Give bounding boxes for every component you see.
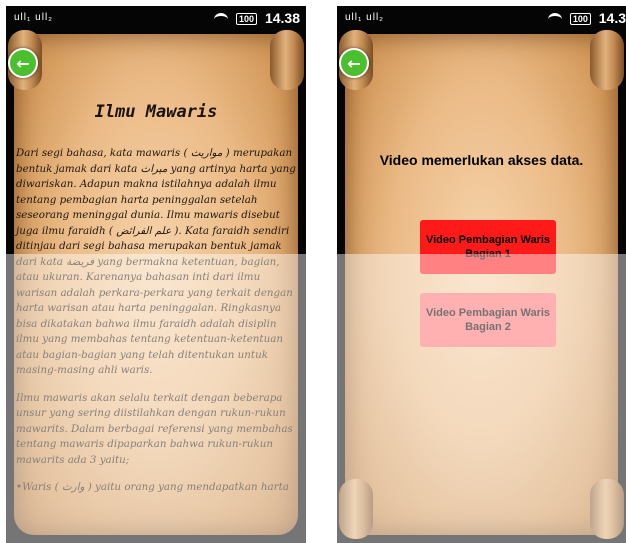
article-paragraph: •Waris ( وارث ) yaitu orang yang mendapa… (16, 481, 289, 493)
page-title: Ilmu Mawaris (94, 102, 218, 122)
battery-icon: 100 (236, 13, 258, 26)
scroll-roll-top-right (590, 30, 624, 90)
status-right: 100 14.38 (214, 10, 300, 26)
parchment-scroll-background (339, 30, 624, 539)
clock: 14.3 (598, 10, 626, 26)
signal-indicator: ull₁ ull₂ (345, 12, 385, 23)
video-part-2-button[interactable]: Video Pembagian Waris Bagian 2 (420, 293, 556, 347)
phone-screen-article: ull₁ ull₂ 100 14.38 ← Ilmu Mawaris Dari … (6, 6, 306, 543)
status-bar: ull₁ ull₂ 100 14.38 (6, 6, 306, 32)
clock: 14.38 (264, 10, 300, 26)
status-right: 100 14.3 (547, 10, 626, 26)
phone-screen-video: ull₁ ull₂ 100 14.3 ← Video memerlukan ak… (337, 6, 626, 543)
data-access-notice: Video memerlukan akses data. (379, 152, 584, 168)
back-arrow-icon: ← (16, 53, 30, 73)
battery-icon: 100 (569, 13, 591, 26)
wifi-icon (214, 12, 229, 26)
back-arrow-icon: ← (347, 53, 361, 73)
scroll-roll-bottom-left (339, 479, 373, 539)
status-bar: ull₁ ull₂ 100 14.3 (337, 6, 626, 32)
back-button[interactable]: ← (8, 48, 38, 78)
article-body: Dari segi bahasa, kata mawaris ( مواريث … (16, 146, 298, 543)
video-part-1-button[interactable]: Video Pembagian Waris Bagian 1 (420, 220, 556, 274)
article-paragraph: Ilmu mawaris akan selalu terkait dengan … (16, 391, 293, 466)
signal-indicator: ull₁ ull₂ (14, 12, 54, 23)
scroll-roll-bottom-right (590, 479, 624, 539)
back-button[interactable]: ← (339, 48, 369, 78)
wifi-icon (547, 12, 562, 26)
article-paragraph: Dari segi bahasa, kata mawaris ( مواريث … (16, 147, 296, 376)
scroll-roll-top-right (270, 30, 304, 90)
